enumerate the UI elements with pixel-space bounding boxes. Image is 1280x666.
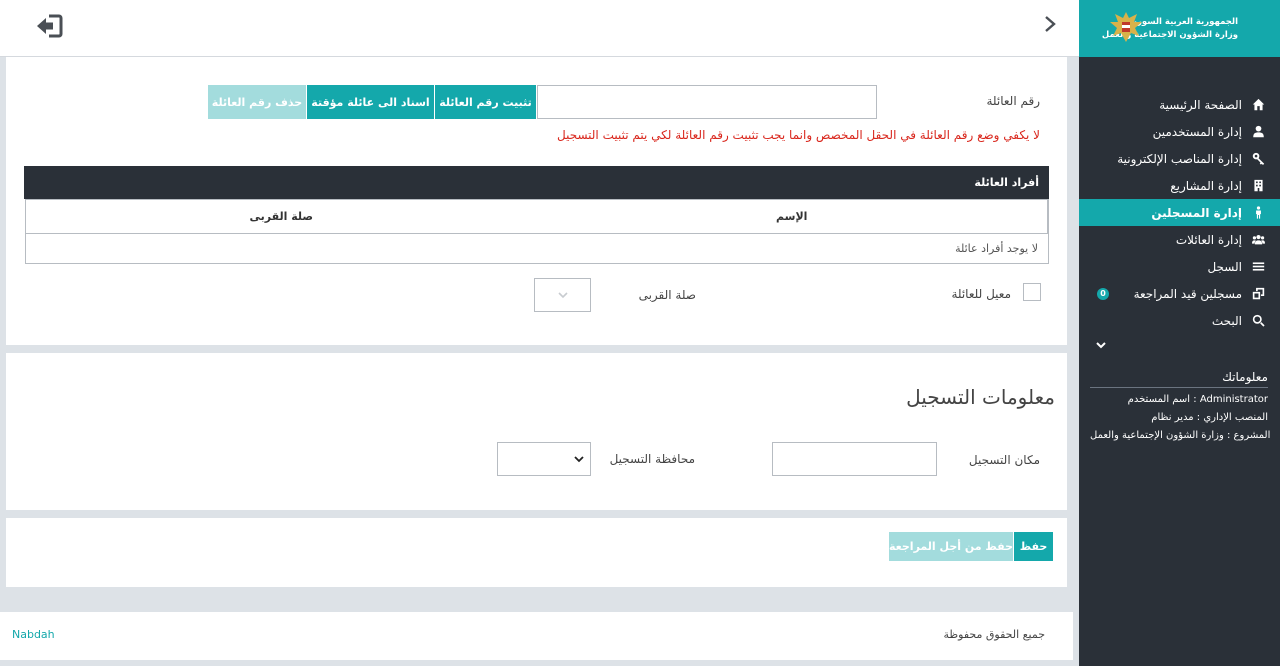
- sidebar-item-label: إدارة المناصب الإلكترونية: [1117, 151, 1242, 166]
- sidebar-item-label: مسجلين قيد المراجعة: [1133, 286, 1242, 301]
- sidebar-item-label: إدارة المسجلين: [1151, 205, 1242, 220]
- users-icon: [1250, 232, 1266, 248]
- family-provider-label: معيل للعائلة: [951, 287, 1011, 301]
- sidebar-item-positions[interactable]: إدارة المناصب الإلكترونية: [1079, 145, 1280, 172]
- family-card: رقم العائلة تثبيت رقم العائلة اسناد الى …: [6, 57, 1067, 345]
- family-provider-checkbox[interactable]: [1023, 283, 1041, 301]
- sidebar-item-home[interactable]: الصفحة الرئيسية: [1079, 91, 1280, 118]
- sidebar-item-families[interactable]: إدارة العائلات: [1079, 226, 1280, 253]
- search-icon: [1250, 313, 1266, 329]
- chevron-down-icon: [574, 456, 584, 463]
- building-icon: [1250, 178, 1266, 194]
- registration-card: معلومات التسجيل مكان التسجيل محافظة التس…: [6, 353, 1067, 510]
- home-icon: [1250, 97, 1266, 113]
- emblem-icon: [1110, 12, 1142, 42]
- relation-label: صلة القربى: [638, 288, 696, 302]
- registration-title: معلومات التسجيل: [906, 385, 1055, 409]
- save-button[interactable]: حفظ: [1014, 532, 1053, 561]
- chevron-down-icon: [557, 292, 568, 299]
- sidebar-item-label: إدارة المشاريع: [1170, 178, 1242, 193]
- family-members-empty: لا يوجد أفراد عائلة: [25, 233, 1049, 264]
- logout-icon[interactable]: [35, 13, 63, 39]
- sidebar-item-label: إدارة المستخدمين: [1152, 124, 1242, 139]
- sidebar: الجمهورية العربية السورية وزارة الشؤون ا…: [1079, 0, 1280, 666]
- user-icon: [1250, 124, 1266, 140]
- relation-select[interactable]: [534, 278, 591, 312]
- registration-place-input[interactable]: [772, 442, 937, 476]
- review-count-badge: 0: [1097, 287, 1109, 300]
- user-info-project: المشروع : وزارة الشؤون الإجتماعية والعمل: [1090, 430, 1271, 441]
- brand-header: الجمهورية العربية السورية وزارة الشؤون ا…: [1079, 0, 1280, 57]
- sidebar-item-users[interactable]: إدارة المستخدمين: [1079, 118, 1280, 145]
- footer-credit-link[interactable]: Nabdah: [12, 628, 55, 641]
- sidebar-nav: الصفحة الرئيسية إدارة المستخدمين إدارة ا…: [1079, 91, 1280, 334]
- column-relation: صلة القربى: [249, 210, 314, 223]
- person-icon: [1250, 205, 1266, 221]
- key-icon: [1250, 151, 1266, 167]
- chevron-down-icon: [1096, 342, 1106, 349]
- column-name: الإسم: [537, 200, 1048, 233]
- top-bar: [0, 0, 1079, 57]
- sidebar-item-search[interactable]: البحث: [1079, 307, 1280, 334]
- sidebar-item-label: الصفحة الرئيسية: [1159, 97, 1242, 112]
- list-icon: [1250, 259, 1266, 275]
- sidebar-item-label: السجل: [1207, 259, 1242, 274]
- footer-rights: جميع الحقوق محفوظة: [943, 628, 1045, 641]
- family-number-label: رقم العائلة: [986, 94, 1040, 108]
- sidebar-item-label: البحث: [1211, 313, 1242, 328]
- family-members-header: أفراد العائلة: [24, 166, 1049, 199]
- user-info: معلوماتك اسم المستخدم : Administrator ال…: [1090, 370, 1271, 445]
- user-info-position: المنصب الإداري : مدير نظام: [1151, 412, 1268, 423]
- footer: Nabdah جميع الحقوق محفوظة: [0, 612, 1073, 660]
- chevron-right-icon[interactable]: [1042, 15, 1058, 33]
- delete-family-number-button[interactable]: حذف رقم العائلة: [208, 85, 306, 119]
- save-for-review-button[interactable]: حفظ من أجل المراجعة: [889, 532, 1013, 561]
- registration-province-select[interactable]: [497, 442, 591, 476]
- sidebar-item-registrants[interactable]: إدارة المسجلين: [1079, 199, 1280, 226]
- sidebar-expand-toggle[interactable]: [1079, 334, 1280, 356]
- registration-province-label: محافظة التسجيل: [609, 452, 695, 466]
- sidebar-item-projects[interactable]: إدارة المشاريع: [1079, 172, 1280, 199]
- sidebar-item-log[interactable]: السجل: [1079, 253, 1280, 280]
- user-info-username: اسم المستخدم : Administrator: [1127, 394, 1268, 405]
- family-members-columns: صلة القربى الإسم: [25, 199, 1049, 234]
- user-info-title: معلوماتك: [1090, 370, 1268, 388]
- review-icon: [1250, 286, 1266, 302]
- actions-card: حفظ حفظ من أجل المراجعة: [6, 518, 1067, 587]
- sidebar-item-label: إدارة العائلات: [1175, 232, 1242, 247]
- registration-place-label: مكان التسجيل: [968, 453, 1040, 467]
- family-number-warning: لا يكفي وضع رقم العائلة في الحقل المخصص …: [556, 128, 1040, 142]
- assign-temp-family-button[interactable]: اسناد الى عائلة مؤقتة: [307, 85, 434, 119]
- sidebar-item-review[interactable]: 0 مسجلين قيد المراجعة: [1079, 280, 1280, 307]
- family-number-input[interactable]: [537, 85, 877, 119]
- confirm-family-number-button[interactable]: تثبيت رقم العائلة: [435, 85, 536, 119]
